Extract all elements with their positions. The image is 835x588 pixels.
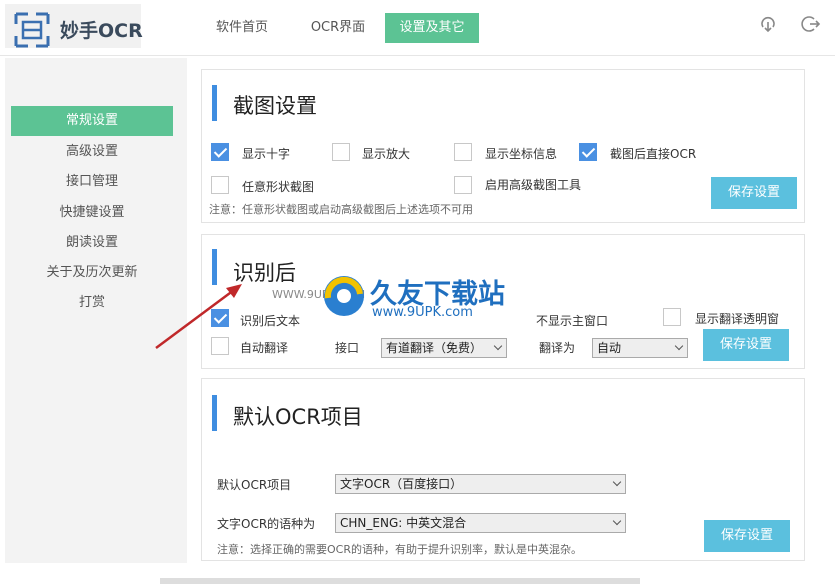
checkbox-show-crosshair[interactable] bbox=[211, 143, 229, 161]
sidebar-item-advanced[interactable]: 高级设置 bbox=[11, 137, 173, 167]
tab-settings[interactable]: 设置及其它 bbox=[385, 13, 479, 43]
sidebar-item-api[interactable]: 接口管理 bbox=[11, 167, 173, 197]
option-label: 显示十字 bbox=[242, 147, 291, 161]
section-title: 默认OCR项目 bbox=[233, 405, 363, 429]
ocr-project-select[interactable]: 文字OCR（百度接口） bbox=[335, 474, 626, 494]
select-value: 有道翻译（免费） bbox=[386, 341, 483, 355]
ocr-project-label: 默认OCR项目 bbox=[217, 478, 292, 492]
app-header: 妙手OCR 软件首页 OCR界面 设置及其它 bbox=[0, 0, 835, 56]
tab-home[interactable]: 软件首页 bbox=[206, 13, 278, 43]
app-logo: 妙手OCR bbox=[5, 4, 143, 48]
section-accent-bar bbox=[212, 85, 217, 121]
sidebar-item-general[interactable]: 常规设置 bbox=[11, 106, 173, 136]
api-label: 接口 bbox=[335, 341, 360, 355]
default-ocr-panel: 默认OCR项目 默认OCR项目 文字OCR（百度接口） 文字OCR的语种为 CH… bbox=[201, 378, 805, 561]
checkbox-show-magnifier[interactable] bbox=[332, 143, 350, 161]
note-text: 注意：任意形状截图或启动高级截图后上述选项不可用 bbox=[209, 203, 473, 216]
option-label: 显示放大 bbox=[362, 147, 411, 161]
translate-to-select[interactable]: 自动 bbox=[592, 338, 688, 358]
option-label: 截图后直接OCR bbox=[610, 147, 697, 161]
note-text: 注意：选择正确的需要OCR的语种，有助于提升识别率，默认是中英混杂。 bbox=[217, 543, 582, 556]
horizontal-scrollbar[interactable] bbox=[160, 578, 640, 584]
checkbox-translate-window[interactable] bbox=[663, 308, 681, 326]
chevron-down-icon bbox=[493, 341, 503, 351]
select-value: CHN_ENG: 中英文混合 bbox=[340, 516, 467, 530]
annotation-arrow-icon bbox=[155, 284, 242, 350]
checkbox-freeform-capture[interactable] bbox=[211, 176, 229, 194]
checkbox-ocr-after-capture[interactable] bbox=[579, 143, 597, 161]
save-button[interactable]: 保存设置 bbox=[711, 177, 797, 209]
sidebar-item-reading[interactable]: 朗读设置 bbox=[11, 228, 173, 258]
ocr-language-label: 文字OCR的语种为 bbox=[217, 517, 316, 531]
screenshot-settings-panel: 截图设置 显示十字 显示放大 显示坐标信息 截图后直接OCR 任意形状截图 启用… bbox=[201, 69, 805, 223]
select-value: 自动 bbox=[597, 341, 622, 355]
section-title: 截图设置 bbox=[233, 94, 317, 118]
translate-api-select[interactable]: 有道翻译（免费） bbox=[381, 338, 507, 358]
select-value: 文字OCR（百度接口） bbox=[340, 477, 463, 491]
sidebar-item-hotkeys[interactable]: 快捷键设置 bbox=[11, 198, 173, 228]
watermark: 久友下载站 www.9UPK.com bbox=[322, 272, 537, 330]
translate-to-label: 翻译为 bbox=[539, 341, 576, 355]
watermark-logo-icon bbox=[324, 276, 364, 316]
ocr-language-select[interactable]: CHN_ENG: 中英文混合 bbox=[335, 513, 626, 533]
section-accent-bar bbox=[212, 395, 217, 431]
chevron-down-icon bbox=[612, 477, 622, 487]
logout-icon[interactable] bbox=[801, 14, 821, 34]
chevron-down-icon bbox=[674, 341, 684, 351]
chevron-down-icon bbox=[612, 516, 622, 526]
save-button[interactable]: 保存设置 bbox=[703, 329, 789, 361]
tab-ocr[interactable]: OCR界面 bbox=[300, 13, 376, 43]
download-icon[interactable] bbox=[758, 14, 778, 34]
option-label: 不显示主窗口 bbox=[536, 314, 609, 328]
option-label: 任意形状截图 bbox=[242, 180, 315, 194]
app-name: 妙手OCR bbox=[60, 20, 143, 42]
option-label: 启用高级截图工具 bbox=[485, 178, 582, 192]
checkbox-show-coords[interactable] bbox=[454, 143, 472, 161]
option-label: 显示坐标信息 bbox=[485, 147, 558, 161]
sidebar-item-about[interactable]: 关于及历次更新 bbox=[11, 258, 173, 288]
watermark-url: www.9UPK.com bbox=[372, 305, 473, 320]
logo-icon bbox=[14, 12, 50, 48]
save-button[interactable]: 保存设置 bbox=[704, 520, 790, 552]
option-label: 显示翻译透明窗 bbox=[695, 312, 780, 326]
sidebar-item-donate[interactable]: 打赏 bbox=[11, 288, 173, 318]
checkbox-advanced-capture[interactable] bbox=[454, 176, 472, 194]
